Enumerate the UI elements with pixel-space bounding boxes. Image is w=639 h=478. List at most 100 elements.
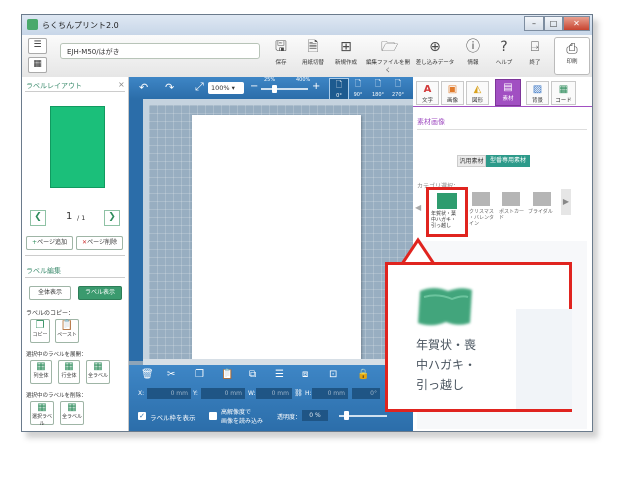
category-christmas-label: クリスマス ・バレンタ イン [469,209,495,227]
zoom-slider[interactable] [261,88,308,90]
minimize-button[interactable]: – [524,16,544,31]
cut-icon[interactable]: ✂ [167,369,175,380]
tab-material-label: 素材 [502,96,514,102]
rotate-0-button[interactable]: 🗋 0° [329,78,349,100]
angle-field[interactable]: 0° [352,388,380,399]
print-button[interactable]: ⎙ 印刷 [554,37,590,75]
lock-icon[interactable]: 🔒 [357,369,369,380]
tab-material[interactable]: ▤ 素材 [495,79,521,106]
delete-page-button[interactable]: ✕ページ削除 [76,236,123,250]
redo-icon[interactable]: ↷ [165,81,174,94]
zoom-value: 100% [211,84,230,92]
rotate-270-button[interactable]: 🗋 270° [389,78,407,98]
help-label: ヘルプ [495,60,513,66]
scroll-left-icon[interactable]: ◀ [415,203,421,212]
bring-front-icon[interactable]: ⧉ [249,369,256,380]
exit-button[interactable]: ⍈ 終了 [519,39,551,66]
show-label-button[interactable]: ラベル表示 [78,286,122,300]
page-total: / 1 [77,214,86,222]
high-resolution-checkbox[interactable] [209,412,217,420]
rotate-180-label: 180° [371,92,385,98]
category-christmas[interactable]: クリスマス ・バレンタ イン [469,189,497,235]
center-icon[interactable]: ⊡ [329,369,337,380]
undo-icon[interactable]: ↶ [139,81,148,94]
new-button[interactable]: ⊞ 新規作成 [330,39,362,66]
label-preview[interactable] [50,106,105,188]
rotate-180-button[interactable]: 🗋 180° [369,78,387,98]
opacity-label: 透明度： [277,414,302,421]
copy-button[interactable]: ❐ コピー [30,319,50,343]
shape-icon: ◭ [473,84,482,95]
divider [25,255,125,256]
close-panel-icon[interactable]: × [118,80,125,89]
zoom-out-icon[interactable]: − [250,81,258,92]
align-icon[interactable]: ☰ [275,369,284,380]
tab-code[interactable]: ▦ コード [551,81,576,105]
zoom-select[interactable]: 100% ▾ [208,82,244,94]
show-frame-checkbox[interactable]: ✓ [138,412,146,420]
info-button[interactable]: ⓘ 情報 [457,39,489,66]
save-label: 保存 [275,60,287,66]
tab-underline [413,106,592,107]
postcard-page[interactable] [192,115,361,359]
scroll-right-icon[interactable]: ▶ [561,189,571,215]
delete-selected-button[interactable]: ▦ 選択ラベル [30,401,54,427]
zoom-slider-handle[interactable] [272,85,277,93]
opacity-field[interactable]: 0 % [302,410,328,421]
h-field[interactable]: 0 mm [312,388,348,399]
next-page-button[interactable]: ❯ [104,210,120,226]
all-labels-button[interactable]: ▦ 全ラベル [86,360,110,384]
tab-shape[interactable]: ◭ 図形 [466,81,489,105]
opacity-slider-handle[interactable] [344,411,349,420]
delete-all-button[interactable]: ▦ 全ラベル [60,401,84,425]
show-all-button[interactable]: 全体表示 [29,286,71,300]
save-button[interactable]: 🖫 保存 [265,39,297,66]
paste-button[interactable]: 📋 ペースト [55,319,79,343]
zoom-in-icon[interactable]: + [312,81,320,92]
close-button[interactable]: ✕ [563,16,590,31]
maximize-button[interactable]: □ [544,16,563,31]
column-all-button[interactable]: ▦ 列全体 [30,360,52,384]
y-field[interactable]: 0 mm [201,388,245,399]
canvas-left-strip [129,99,143,361]
category-bridal[interactable]: ブライダル [528,189,558,235]
copy-object-icon[interactable]: ❐ [195,369,204,380]
w-field[interactable]: 0 mm [256,388,292,399]
row-all-button[interactable]: ▦ 行全体 [58,360,80,384]
help-button[interactable]: ? ヘルプ [488,39,520,66]
paper-switch-button[interactable]: 🗎 用紙切替 [297,39,329,66]
rotate-270-label: 270° [391,92,405,98]
delete-title: 選択中のラベルを削除： [26,393,87,399]
category-bridal-thumb [533,192,551,206]
grid-menu-icon[interactable]: ▦ [28,57,47,73]
category-postcard[interactable]: ポストカード [499,189,527,235]
tab-background[interactable]: ▨ 背景 [526,81,549,105]
open-file-icon: 🗁 [381,39,399,55]
tab-text[interactable]: A 文字 [416,81,439,105]
trash-icon[interactable]: 🗑 [141,369,154,380]
delete-selected-label: 選択ラベル [31,414,52,427]
expand-title: 選択中のラベルを展開： [26,352,87,358]
print-label: 印刷 [566,59,578,65]
toggle-general[interactable]: 汎用素材 [457,155,486,167]
fit-icon[interactable]: ⤢ [195,80,204,94]
document-name-field[interactable]: EJH-M50/はがき [60,43,260,59]
prev-page-button[interactable]: ❮ [30,210,46,226]
printer-icon: ⎙ [566,41,578,57]
send-back-icon[interactable]: ⧈ [302,369,308,380]
divider [25,91,125,92]
left-panel: ラベルレイアウト × ❮ 1 / 1 ❯ +ページ追加 ✕ページ削除 ラベル編集… [22,77,129,431]
tab-image[interactable]: ▣ 画像 [441,81,464,105]
x-field[interactable]: 0 mm [147,388,191,399]
link-icon[interactable]: ⛓ [294,389,303,397]
canvas-top-bar: ↶ ↷ ⤢ 100% ▾ − 25% 400% + 🗋 0° 🗋 90° 🗋 180°… [129,77,413,100]
rotate-90-button[interactable]: 🗋 90° [349,78,367,98]
add-page-button[interactable]: +ページ追加 [26,236,73,250]
menu-icon[interactable]: ☰ [28,38,47,54]
h-label: H: [305,390,312,397]
open-file-button[interactable]: 🗁 編集ファイルを開く [366,39,410,74]
merge-data-button[interactable]: ⊕ 差し込みデータ [415,39,455,66]
paste-label: ペースト [57,332,77,338]
paste-object-icon[interactable]: 📋 [221,369,233,380]
toggle-paper-specific[interactable]: 型番専用素材 [486,155,530,167]
